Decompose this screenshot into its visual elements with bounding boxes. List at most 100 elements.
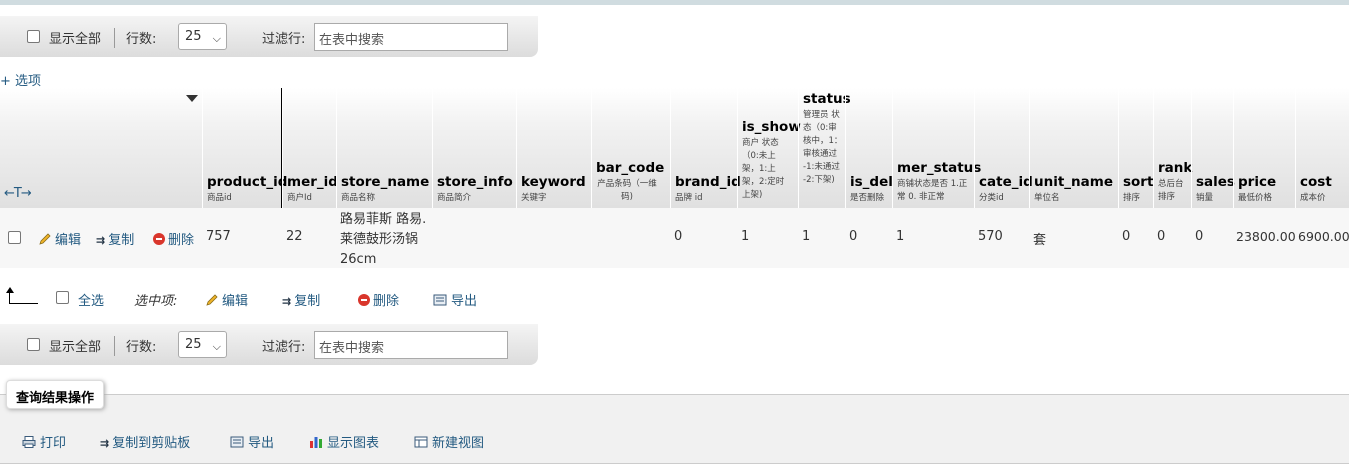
cell-cate_id[interactable]: 570 xyxy=(978,229,1003,244)
delete-label: 删除 xyxy=(168,233,195,248)
rows-select-value: 25 xyxy=(185,337,202,352)
col-product_id[interactable]: product_id 商品id xyxy=(202,88,287,208)
column-name[interactable]: sales xyxy=(1196,174,1235,190)
rows-label: 行数: xyxy=(126,340,157,355)
column-name[interactable]: mer_id xyxy=(287,174,338,190)
new-view-icon xyxy=(414,436,428,448)
bulk-delete-button[interactable]: 删除 xyxy=(358,290,399,309)
cell-product_id[interactable]: 757 xyxy=(206,229,231,244)
col-is_del[interactable]: is_del 是否删除 xyxy=(845,88,893,208)
cell-mer_status[interactable]: 1 xyxy=(896,229,904,244)
show-all-label[interactable]: 显示全部 xyxy=(49,28,101,47)
col-cate_id[interactable]: cate_id 分类id xyxy=(974,88,1033,208)
cell-unit_name[interactable]: 套 xyxy=(1033,229,1046,248)
bulk-export-label: 导出 xyxy=(451,294,478,309)
table-navigation-bottom: 显示全部 行数: 25 ⌵ 过滤行: 在表中搜索 xyxy=(0,324,538,365)
cell-sales[interactable]: 0 xyxy=(1195,229,1203,244)
column-name[interactable]: status xyxy=(803,91,851,107)
column-name[interactable]: product_id xyxy=(207,174,287,190)
col-status[interactable]: status 管理员 状态（0:审核中，1：审核通过 -1:未通过 -2:下架) xyxy=(798,88,851,208)
col-mer_status[interactable]: mer_status 商铺状态是否 1.正常 0. 非正常 xyxy=(892,88,981,208)
col-keyword[interactable]: keyword 关键字 xyxy=(516,88,591,208)
column-name[interactable]: brand_id xyxy=(675,174,741,190)
column-name[interactable]: store_info xyxy=(437,174,513,190)
show-all-label[interactable]: 显示全部 xyxy=(49,336,101,355)
column-name[interactable]: cost xyxy=(1300,174,1332,190)
cell-status[interactable]: 1 xyxy=(802,229,810,244)
cell-price[interactable]: 23800.00 xyxy=(1236,229,1296,244)
divider xyxy=(114,28,115,48)
new-view-label: 新建视图 xyxy=(432,436,485,451)
rows-label: 行数: xyxy=(126,32,157,47)
column-comment: 商铺状态是否 1.正常 0. 非正常 xyxy=(897,179,968,202)
column-name[interactable]: is_del xyxy=(850,174,893,190)
col-rank[interactable]: rank 总后台排序 xyxy=(1153,88,1192,208)
filter-input[interactable]: 在表中搜索 xyxy=(314,23,508,51)
col-sort[interactable]: sort 排序 xyxy=(1118,88,1153,208)
row-copy-button[interactable]: ⇉ 复制 xyxy=(96,229,134,248)
col-unit_name[interactable]: unit_name 单位名 xyxy=(1029,88,1118,208)
column-name[interactable]: rank xyxy=(1158,160,1192,176)
column-name[interactable]: cate_id xyxy=(979,174,1033,190)
rows-select[interactable]: 25 ⌵ xyxy=(178,23,227,50)
col-cost[interactable]: cost 成本价 xyxy=(1295,88,1349,208)
show-all-checkbox[interactable] xyxy=(27,30,40,43)
cell-brand_id[interactable]: 0 xyxy=(674,229,682,244)
rows-select-value: 25 xyxy=(185,29,202,44)
bulk-copy-button[interactable]: ⇉ 复制 xyxy=(282,290,320,309)
bulk-edit-button[interactable]: 编辑 xyxy=(205,290,248,309)
bulk-arrow-icon xyxy=(6,287,38,304)
options-link[interactable]: + 选项 xyxy=(0,70,41,89)
bulk-export-button[interactable]: 导出 xyxy=(433,290,477,309)
selected-label: 选中项: xyxy=(134,294,178,309)
row-checkbox[interactable] xyxy=(8,231,21,244)
column-name[interactable]: unit_name xyxy=(1034,174,1113,190)
cell-rank[interactable]: 0 xyxy=(1157,229,1165,244)
column-name[interactable]: sort xyxy=(1123,174,1153,190)
print-button[interactable]: 打印 xyxy=(22,432,66,451)
cell-is_show[interactable]: 1 xyxy=(741,229,749,244)
export-button[interactable]: 导出 xyxy=(230,432,274,451)
delete-icon xyxy=(358,294,370,306)
display-chart-button[interactable]: 显示图表 xyxy=(309,432,379,451)
col-price[interactable]: price 最低价格 xyxy=(1233,88,1295,208)
row-edit-button[interactable]: 编辑 xyxy=(38,229,81,248)
column-name[interactable]: bar_code xyxy=(596,160,664,176)
column-arrows-icon[interactable]: ←T→ xyxy=(4,186,32,201)
column-comment: 商户 状态（0:未上架，1:上架，2:定时上架) xyxy=(742,138,785,200)
column-name[interactable]: store_name xyxy=(341,174,429,190)
show-all-checkbox[interactable] xyxy=(27,338,40,351)
col-bar_code[interactable]: bar_code 产品条码（一维码) xyxy=(591,88,670,208)
col-store_info[interactable]: store_info 商品简介 xyxy=(432,88,516,208)
column-name[interactable]: price xyxy=(1238,174,1276,190)
create-view-button[interactable]: 新建视图 xyxy=(414,432,484,451)
col-is_show[interactable]: is_show 商户 状态（0:未上架，1:上架，2:定时上架) xyxy=(737,88,801,208)
cell-cost[interactable]: 6900.00 xyxy=(1298,229,1349,244)
cell-store_name[interactable]: 路易菲斯 路易.莱德鼓形汤锅26cm xyxy=(340,210,428,270)
column-comment: 管理员 状态（0:审核中，1：审核通过 -1:未通过 -2:下架) xyxy=(803,110,843,185)
sort-dropdown-icon[interactable] xyxy=(186,95,198,102)
copy-clipboard-label: 复制到剪贴板 xyxy=(112,436,191,451)
chevron-down-icon: ⌵ xyxy=(212,32,221,45)
col-store_name[interactable]: store_name 商品名称 xyxy=(336,88,432,208)
cell-sort[interactable]: 0 xyxy=(1122,229,1130,244)
col-sales[interactable]: sales 销量 xyxy=(1191,88,1235,208)
column-comment: 产品条码（一维码) xyxy=(597,179,657,202)
filter-input[interactable]: 在表中搜索 xyxy=(314,331,508,359)
cell-is_del[interactable]: 0 xyxy=(849,229,857,244)
column-name[interactable]: mer_status xyxy=(897,160,981,176)
cell-mer_id[interactable]: 22 xyxy=(286,229,303,244)
column-name[interactable]: keyword xyxy=(521,174,586,190)
col-brand_id[interactable]: brand_id 品牌 id xyxy=(670,88,741,208)
row-delete-button[interactable]: 删除 xyxy=(153,229,194,248)
column-comment: 是否删除 xyxy=(850,193,885,203)
col-mer_id[interactable]: mer_id 商户Id xyxy=(282,88,338,208)
select-all-label[interactable]: 全选 xyxy=(78,290,104,309)
column-name[interactable]: is_show xyxy=(742,119,801,135)
rows-select[interactable]: 25 ⌵ xyxy=(178,331,227,358)
select-all-checkbox[interactable] xyxy=(56,291,69,304)
export-icon xyxy=(433,294,447,306)
pencil-icon xyxy=(39,233,51,245)
copy-to-clipboard-button[interactable]: ⇉ 复制到剪贴板 xyxy=(100,432,190,451)
column-comment: 排序 xyxy=(1123,193,1141,203)
